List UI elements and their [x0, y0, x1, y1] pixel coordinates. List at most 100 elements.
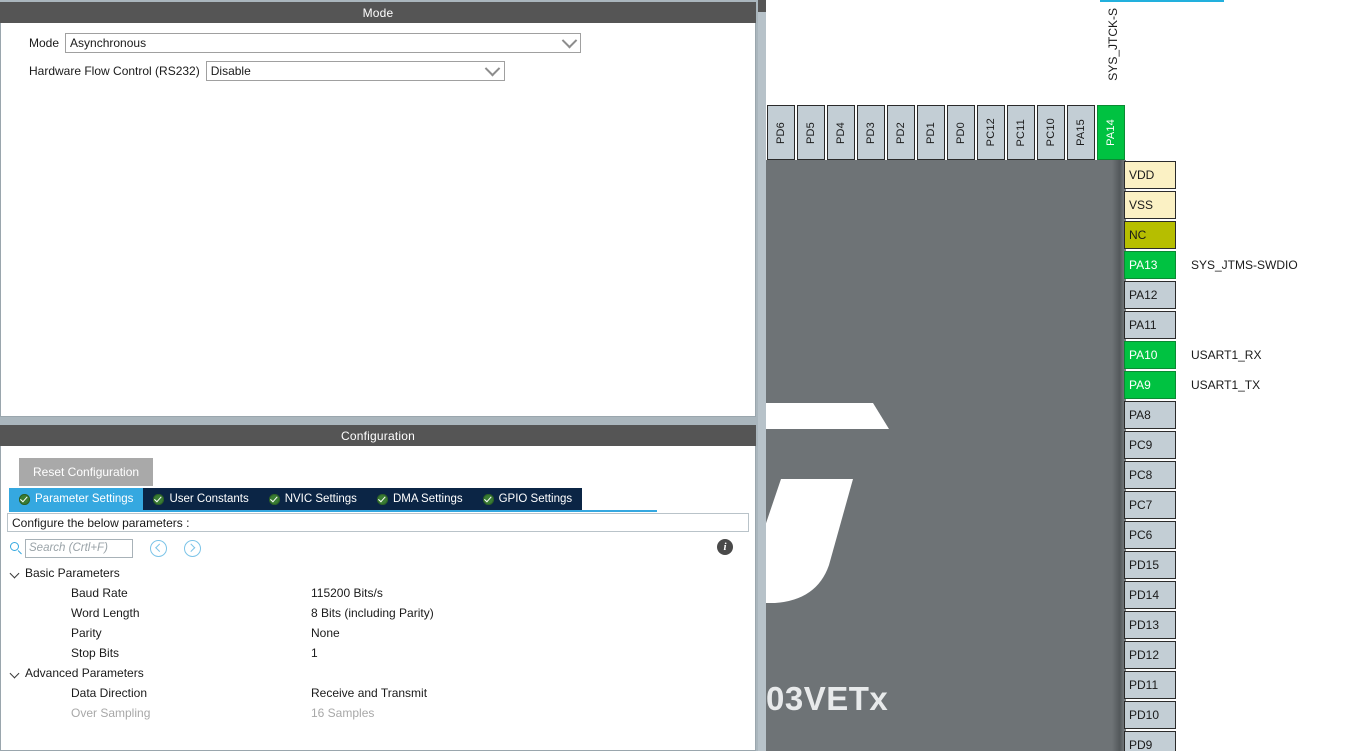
chip-pin-label: PA10 [1129, 348, 1158, 362]
chip-pin-pc9[interactable]: PC9 [1124, 431, 1176, 459]
chevron-down-icon [9, 667, 21, 679]
chevron-down-icon [9, 567, 21, 579]
chip-pin-pd2[interactable]: PD2 [887, 105, 915, 160]
chip-pin-vdd[interactable]: VDD [1124, 161, 1176, 189]
chip-pin-pa10[interactable]: PA10 [1124, 341, 1176, 369]
mode-field-dropdown[interactable]: Disable [205, 60, 505, 81]
chip-pin-row: PA11 [1124, 310, 1298, 340]
chip-pin-label: PA14 [1105, 119, 1117, 146]
chip-pin-nc[interactable]: NC [1124, 221, 1176, 249]
chip-pin-pc8[interactable]: PC8 [1124, 461, 1176, 489]
chip-pin-row: PC6 [1124, 520, 1298, 550]
configure-parameters-hint: Configure the below parameters : [7, 513, 749, 532]
mode-field-dropdown[interactable]: Asynchronous [65, 32, 582, 53]
chip-pin-pd1[interactable]: PD1 [917, 105, 945, 160]
chip-pin-label: PD15 [1129, 558, 1160, 572]
chip-pin-pd9[interactable]: PD9 [1124, 731, 1176, 751]
chip-pin-label: NC [1129, 228, 1147, 242]
chip-part-name: 03VETx [766, 680, 889, 717]
chip-pin-row: VDD [1124, 160, 1298, 190]
chip-pin-label: PD9 [1129, 738, 1153, 751]
mode-panel-body: Mode Asynchronous Hardware Flow Control (R… [1, 23, 755, 81]
parameter-group-row[interactable]: Advanced Parameters [1, 663, 755, 683]
chip-pin-row: PA8 [1124, 400, 1298, 430]
chip-pin-pd0[interactable]: PD0 [947, 105, 975, 160]
parameter-group-row[interactable]: Basic Parameters [1, 563, 755, 583]
chip-pin-pd15[interactable]: PD15 [1124, 551, 1176, 579]
info-icon[interactable]: i [717, 539, 733, 555]
parameter-group-label: Basic Parameters [25, 566, 120, 580]
parameter-value[interactable]: 115200 Bits/s [311, 586, 755, 600]
tab-label: GPIO Settings [498, 493, 573, 505]
chip-pin-row: PC9 [1124, 430, 1298, 460]
chip-pin-pc7[interactable]: PC7 [1124, 491, 1176, 519]
parameter-value[interactable]: 8 Bits (including Parity) [311, 606, 755, 620]
tab-user-constants[interactable]: User Constants [143, 488, 259, 510]
tab-gpio-settings[interactable]: GPIO Settings [472, 488, 583, 510]
chip-pin-pd3[interactable]: PD3 [857, 105, 885, 160]
chip-pin-pc11[interactable]: PC11 [1007, 105, 1035, 160]
search-next-icon[interactable] [184, 539, 201, 557]
chip-top-pin-row: PD6 PD5 PD4 PD3 PD2 PD1 PD0 PC12 PC11 PC10 PA15 PA1… [767, 105, 1127, 160]
chip-pin-pd11[interactable]: PD11 [1124, 671, 1176, 699]
chip-pin-label: PD13 [1129, 618, 1160, 632]
chip-pin-label: PA11 [1129, 318, 1157, 332]
chip-pin-row: PA12 [1124, 280, 1298, 310]
chip-pin-pd6[interactable]: PD6 [767, 105, 795, 160]
chip-pin-pa15[interactable]: PA15 [1067, 105, 1095, 160]
mode-field-label: Mode [29, 36, 60, 50]
tab-nvic-settings[interactable]: NVIC Settings [258, 488, 367, 510]
chip-pin-vss[interactable]: VSS [1124, 191, 1176, 219]
reset-configuration-button[interactable]: Reset Configuration [19, 458, 154, 486]
chip-pin-label: PA13 [1129, 258, 1158, 272]
chip-pinout-view: SYS_JTCK-S PD6 PD5 PD4 PD3 PD2 PD1 PD0 PC12 PC11… [766, 0, 1361, 751]
chip-pin-pa14[interactable]: PA14 [1097, 105, 1125, 160]
chip-pin-pa12[interactable]: PA12 [1124, 281, 1176, 309]
chip-pin-pc6[interactable]: PC6 [1124, 521, 1176, 549]
configure-parameters-text: Configure the below parameters : [12, 515, 190, 530]
parameter-group-label: Advanced Parameters [25, 666, 144, 680]
parameter-row[interactable]: Stop Bits 1 [1, 643, 755, 663]
chip-pin-pd14[interactable]: PD14 [1124, 581, 1176, 609]
chip-pin-label: PD12 [1129, 648, 1160, 662]
chip-pin-label: PC11 [1015, 118, 1027, 147]
chip-pin-pa11[interactable]: PA11 [1124, 311, 1176, 339]
chip-pin-pa13[interactable]: PA13 [1124, 251, 1176, 279]
chip-pin-pd5[interactable]: PD5 [797, 105, 825, 160]
chip-pin-label: PC9 [1129, 438, 1153, 452]
top-pin-signal-label: SYS_JTCK-S [1106, 8, 1120, 81]
parameter-row[interactable]: Baud Rate 115200 Bits/s [1, 583, 755, 603]
parameter-value[interactable]: None [311, 626, 755, 640]
parameter-value: 16 Samples [311, 706, 375, 720]
panel-splitter-thumb[interactable] [758, 0, 766, 12]
chevron-down-icon [482, 60, 504, 77]
chip-pin-pd12[interactable]: PD12 [1124, 641, 1176, 669]
parameter-tree: Basic Parameters Baud Rate 115200 Bits/s Wo… [1, 563, 755, 723]
search-input[interactable] [25, 538, 133, 558]
mode-field-row: Mode Asynchronous [1, 32, 755, 53]
tab-dma-settings[interactable]: DMA Settings [366, 488, 473, 510]
parameter-row[interactable]: Word Length 8 Bits (including Parity) [1, 603, 755, 623]
chip-pin-label: PC7 [1129, 498, 1153, 512]
chip-pin-pc12[interactable]: PC12 [977, 105, 1005, 160]
tab-parameter-settings[interactable]: Parameter Settings [9, 488, 144, 510]
chip-pin-pd10[interactable]: PD10 [1124, 701, 1176, 729]
parameter-value[interactable]: Receive and Transmit [311, 686, 755, 700]
parameter-row[interactable]: Parity None [1, 623, 755, 643]
panel-splitter[interactable] [758, 0, 766, 751]
chip-pin-pd4[interactable]: PD4 [827, 105, 855, 160]
parameter-value[interactable]: 1 [311, 646, 755, 660]
chip-pin-label: PD11 [1129, 678, 1159, 692]
configuration-panel-title: Configuration [0, 425, 756, 446]
chip-pin-pa8[interactable]: PA8 [1124, 401, 1176, 429]
chip-pin-pd13[interactable]: PD13 [1124, 611, 1176, 639]
chip-pin-row: PD11 [1124, 670, 1298, 700]
chip-pin-label: VSS [1129, 198, 1154, 212]
chip-pin-label: PA8 [1129, 408, 1151, 422]
chip-pin-row: PA10 USART1_RX [1124, 340, 1298, 370]
chip-pin-pa9[interactable]: PA9 [1124, 371, 1176, 399]
chip-pin-label: PA12 [1129, 288, 1158, 302]
parameter-row[interactable]: Data Direction Receive and Transmit [1, 683, 755, 703]
chip-pin-pc10[interactable]: PC10 [1037, 105, 1065, 160]
search-previous-icon[interactable] [150, 539, 167, 557]
